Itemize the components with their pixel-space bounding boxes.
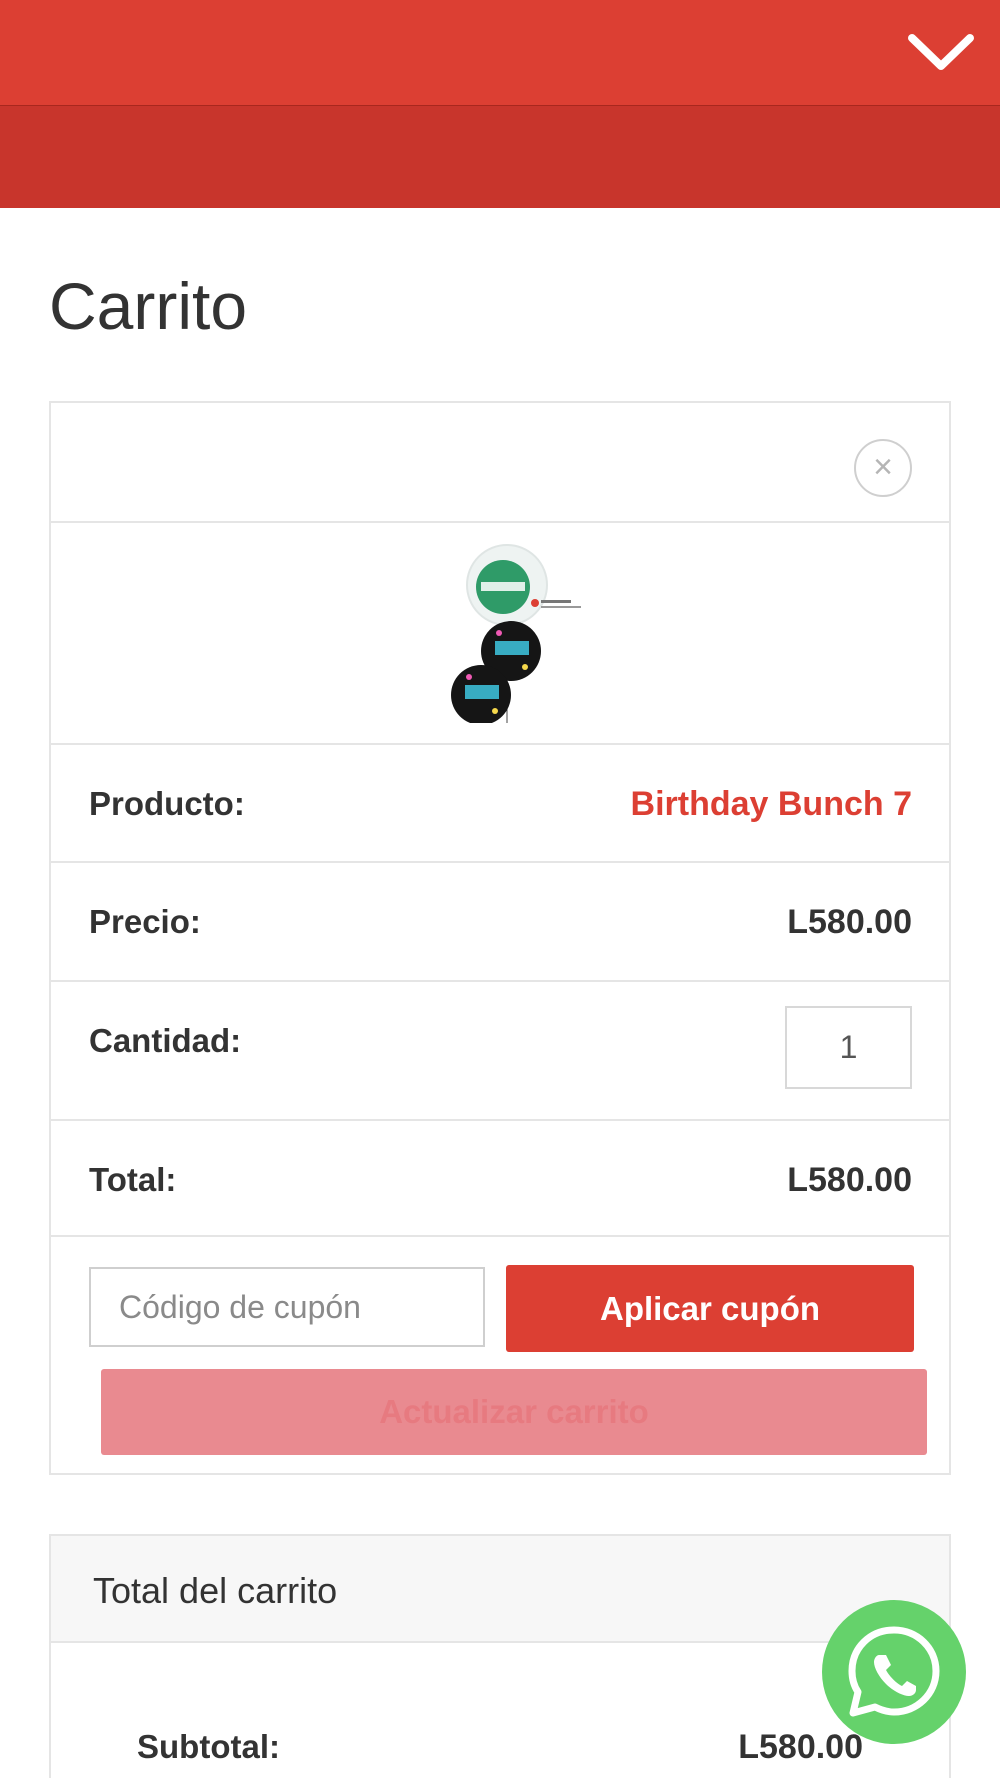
remove-item-button[interactable]: × <box>854 439 912 497</box>
whatsapp-button[interactable] <box>822 1600 966 1744</box>
apply-coupon-button[interactable]: Aplicar cupón <box>506 1265 914 1352</box>
product-row: Producto: Birthday Bunch 7 <box>51 745 949 863</box>
product-label: Producto: <box>89 785 245 822</box>
remove-row: × <box>51 403 949 523</box>
cart-totals-title: Total del carrito <box>93 1570 338 1611</box>
chevron-down-icon[interactable] <box>906 30 976 76</box>
page-title: Carrito <box>49 269 248 343</box>
whatsapp-icon <box>848 1626 940 1717</box>
quantity-row: Cantidad: 1 <box>51 982 949 1121</box>
price-row: Precio: L580.00 <box>51 863 949 982</box>
product-image-row <box>51 523 949 745</box>
total-value: L580.00 <box>787 1161 912 1199</box>
update-cart-button: Actualizar carrito <box>101 1369 927 1455</box>
total-label: Total: <box>89 1161 177 1198</box>
cart-totals-card: Total del carrito Subtotal: L580.00 <box>49 1534 951 1778</box>
quantity-label: Cantidad: <box>89 1022 242 1059</box>
price-value: L580.00 <box>787 903 912 941</box>
actions-row: Código de cupón Aplicar cupón Actualizar… <box>51 1237 949 1473</box>
total-row: Total: L580.00 <box>51 1121 949 1237</box>
top-bar <box>0 0 1000 106</box>
nav-bar <box>0 106 1000 287</box>
product-thumbnail[interactable] <box>447 543 587 723</box>
subtotal-label: Subtotal: <box>137 1728 280 1765</box>
product-name-link[interactable]: Birthday Bunch 7 <box>631 785 912 824</box>
price-label: Precio: <box>89 903 201 940</box>
quantity-input[interactable]: 1 <box>785 1006 912 1089</box>
coupon-code-input[interactable]: Código de cupón <box>89 1267 485 1347</box>
cart-item-card: × Producto: Birthday Bunch 7 Precio: L58… <box>49 401 951 1475</box>
cart-totals-header: Total del carrito <box>51 1536 949 1643</box>
